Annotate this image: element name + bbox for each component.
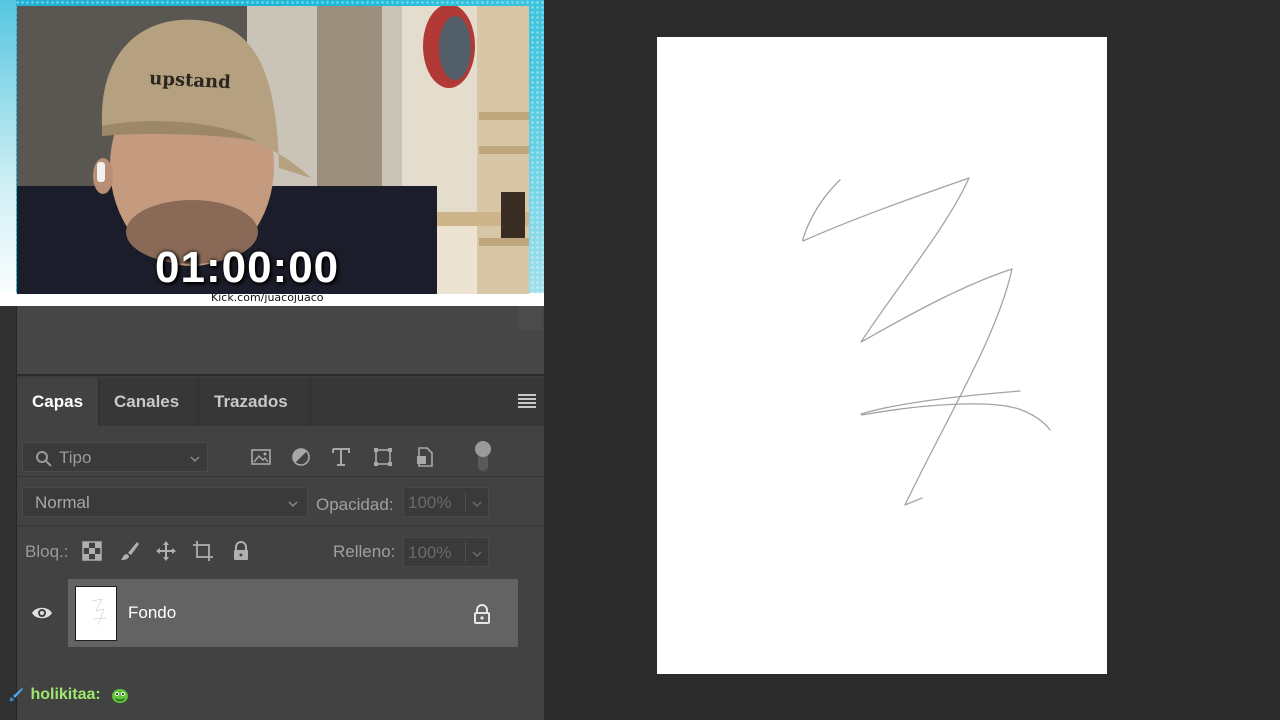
filter-toggle[interactable] <box>475 441 491 471</box>
green-blob-emote-icon <box>111 686 129 704</box>
brush-stroke <box>802 177 1013 506</box>
lock-position-icon[interactable] <box>155 540 177 562</box>
layer-item-fondo[interactable]: Fondo <box>68 579 518 647</box>
opacity-field[interactable]: 100% <box>403 487 489 517</box>
fill-value: 100% <box>408 543 452 562</box>
stream-timer: 01:00:00 <box>155 243 340 292</box>
lock-image-icon[interactable] <box>119 540 141 562</box>
lock-transparent-icon[interactable] <box>81 540 103 562</box>
channel-url: Kick.com/juacojuaco <box>211 291 324 304</box>
layer-thumbnail <box>75 586 117 641</box>
lock-label: Bloq.: <box>25 542 69 561</box>
webcam-overlay: upstand 01:00:00 Kick.com/juacojuaco <box>0 0 544 306</box>
layer-name: Fondo <box>128 603 177 622</box>
opacity-label: Opacidad: <box>316 495 394 514</box>
brush-stroke <box>860 390 1051 431</box>
chat-message: holikitaa: <box>8 686 129 706</box>
filter-type-select[interactable]: Tipo <box>22 442 208 472</box>
panel-menu-icon[interactable] <box>518 394 536 410</box>
lock-row: Bloq.: Relleno: 100% <box>17 528 544 576</box>
opacity-value: 100% <box>408 493 452 512</box>
left-toolbar-gutter <box>0 300 17 720</box>
document-canvas[interactable] <box>657 37 1107 674</box>
tab-canales[interactable]: Canales <box>99 378 199 426</box>
lock-all-icon[interactable] <box>230 540 252 562</box>
chevron-down-icon <box>287 498 299 510</box>
search-icon <box>35 450 53 468</box>
chat-username[interactable]: holikitaa: <box>30 686 100 703</box>
chevron-down-icon <box>189 453 201 465</box>
type-filter-icon[interactable] <box>330 446 352 468</box>
chevron-down-icon[interactable] <box>471 548 483 560</box>
lock-icon <box>472 603 492 625</box>
fill-field[interactable]: 100% <box>403 537 489 567</box>
collapsed-panel <box>17 306 544 376</box>
blend-mode-value: Normal <box>35 493 90 512</box>
visibility-toggle[interactable] <box>17 579 67 647</box>
adjustment-filter-icon[interactable] <box>290 446 312 468</box>
smart-object-filter-icon[interactable] <box>414 446 436 468</box>
lock-artboard-icon[interactable] <box>192 540 214 562</box>
chevron-down-icon[interactable] <box>471 498 483 510</box>
layers-panel-tabs: Capas Canales Trazados <box>17 378 544 426</box>
eye-icon[interactable] <box>31 604 53 622</box>
layer-filter-row: Tipo <box>17 436 544 477</box>
tab-capas[interactable]: Capas <box>17 378 99 426</box>
layer-row[interactable]: Fondo <box>17 579 544 647</box>
fill-label: Relleno: <box>333 542 396 561</box>
shape-filter-icon[interactable] <box>372 446 394 468</box>
sword-badge-icon <box>8 687 24 703</box>
image-filter-icon[interactable] <box>250 446 272 468</box>
blend-row: Normal Opacidad: 100% <box>17 479 544 526</box>
layers-panel: Capas Canales Trazados Tipo Normal Opaci… <box>17 378 544 720</box>
blend-mode-select[interactable]: Normal <box>22 487 308 517</box>
tab-trazados[interactable]: Trazados <box>199 378 311 426</box>
panel-scrollbar[interactable] <box>518 306 542 330</box>
filter-type-label: Tipo <box>59 448 92 467</box>
cap-text: upstand <box>149 68 232 93</box>
